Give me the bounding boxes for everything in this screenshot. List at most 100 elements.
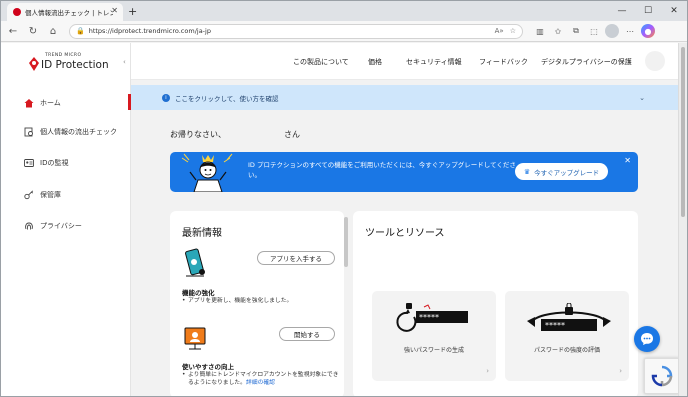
user-avatar[interactable] — [645, 51, 665, 71]
maximize-button[interactable]: ☐ — [635, 1, 661, 21]
chevron-right-icon: › — [486, 367, 489, 375]
sidebar-collapse-icon[interactable]: ‹ — [123, 58, 126, 66]
info-banner[interactable]: i ここをクリックして、使い方を確認 ⌄ — [131, 85, 680, 110]
refresh-icon[interactable]: ↻ — [25, 23, 41, 39]
read-aloud-icon[interactable]: A» — [495, 27, 504, 35]
logo-brand: TREND MICRO — [45, 53, 82, 58]
news-scrollbar[interactable] — [344, 211, 348, 396]
upgrade-now-button[interactable]: ♛ 今すぐアップグレード — [515, 163, 608, 180]
sidebar: TREND MICRO ID Protection ‹ ホーム 個人情報の流出チ… — [1, 43, 131, 396]
browser-window: 個人情報流出チェック | トレンドマイクロ ✕ + — ☐ ✕ ← ↻ ⌂ 🔒 … — [0, 0, 688, 397]
browser-toolbar-icons: ▥ ✩ ⧉ ⬚ ⋯ ● — [533, 24, 655, 38]
sidebar-item-privacy[interactable]: プライバシー — [23, 217, 82, 235]
page-scroll-thumb[interactable] — [681, 47, 685, 217]
nav-about[interactable]: この製品について — [293, 57, 349, 67]
favicon-icon — [13, 8, 21, 16]
close-icon[interactable]: ✕ — [624, 156, 631, 165]
phone-app-illustration — [185, 248, 205, 277]
trend-logo-icon — [29, 57, 39, 71]
upgrade-person-illustration — [181, 153, 233, 192]
news-title: 最新情報 — [182, 228, 222, 239]
sidebar-item-label: プライバシー — [40, 222, 82, 230]
news-card: 最新情報 アプリを入手する 機能の強化 アプリを更新し、機能を強化しました。 開… — [170, 211, 344, 396]
home-browser-icon[interactable]: ⌂ — [45, 23, 61, 39]
favorite-star-icon[interactable]: ☆ — [510, 27, 516, 35]
logo-product: ID Protection — [41, 59, 109, 71]
profile-avatar-icon[interactable] — [605, 24, 619, 38]
sidebar-item-label: IDの監視 — [40, 159, 69, 167]
nav-feedback[interactable]: フィードバック — [479, 57, 528, 67]
minimize-button[interactable]: — — [609, 1, 635, 21]
recaptcha-badge[interactable] — [644, 358, 680, 394]
password-strength-illustration: ***** — [527, 303, 611, 331]
tool-label-1: 強いパスワードの生成 — [403, 347, 464, 354]
window-controls: — ☐ ✕ — [609, 1, 687, 21]
greeting-prefix: お帰りなさい、 — [170, 130, 226, 139]
news-text-1: アプリを更新し、機能を強化しました。 — [182, 297, 340, 305]
upgrade-text: ID プロテクションのすべての機能をご利用いただくには、今すぐアップグレードして… — [248, 161, 516, 179]
nav-digital-privacy[interactable]: デジタルプライバシーの保護 — [541, 57, 632, 67]
chevron-down-icon[interactable]: ⌄ — [639, 94, 645, 102]
password-generator-tile[interactable]: ***** 強いパスワードの生成 › — [372, 291, 496, 381]
upgrade-button-label: 今すぐアップグレード — [534, 168, 600, 177]
close-window-button[interactable]: ✕ — [661, 1, 687, 21]
details-link[interactable]: 詳細の確認 — [246, 380, 275, 386]
news-heading-1: 機能の強化 — [182, 289, 215, 297]
nav-pricing[interactable]: 価格 — [368, 57, 382, 67]
sidebar-item-id-monitor[interactable]: IDの監視 — [23, 154, 68, 172]
id-card-icon — [23, 158, 34, 169]
sidebar-item-label: ホーム — [40, 99, 61, 107]
sidebar-item-label: 保管庫 — [40, 191, 61, 199]
browser-tab[interactable]: 個人情報流出チェック | トレンドマイクロ ✕ — [7, 3, 123, 21]
crown-icon: ♛ — [523, 167, 531, 176]
get-app-button[interactable]: アプリを入手する — [257, 251, 335, 265]
tools-title: ツールとリソース — [365, 228, 445, 239]
logo[interactable]: TREND MICRO ID Protection — [29, 53, 109, 77]
split-screen-icon[interactable]: ▥ — [533, 24, 547, 38]
password-strength-tile[interactable]: ***** パスワードの強度の評価 › — [505, 291, 629, 381]
tab-bar: 個人情報流出チェック | トレンドマイクロ ✕ + — ☐ ✕ — [1, 1, 687, 21]
fingerprint-icon — [23, 221, 34, 232]
url-text: https://idprotect.trendmicro.com/ja-jp — [88, 27, 211, 35]
svg-text:*****: ***** — [419, 313, 439, 322]
favorites-icon[interactable]: ✩ — [551, 24, 565, 38]
page-scrollbar[interactable] — [678, 43, 687, 396]
svg-text:*****: ***** — [545, 321, 565, 330]
back-icon[interactable]: ← — [5, 23, 21, 39]
news-heading-2: 使いやすさの向上 — [182, 363, 234, 371]
sidebar-item-vault[interactable]: 保管庫 — [23, 186, 61, 204]
nav-security-info[interactable]: セキュリティ情報 — [406, 57, 462, 67]
more-menu-icon[interactable]: ⋯ — [623, 24, 637, 38]
chat-support-button[interactable] — [634, 326, 660, 352]
copilot-icon[interactable]: ● — [641, 24, 655, 38]
chat-bubble-icon — [641, 333, 653, 345]
sidebar-item-leak-check[interactable]: 個人情報の流出チェック — [23, 123, 117, 141]
lock-icon: 🔒 — [76, 27, 85, 35]
new-tab-button[interactable]: + — [128, 5, 137, 18]
info-banner-text: ここをクリックして、使い方を確認 — [175, 94, 279, 103]
news-scroll-thumb[interactable] — [344, 217, 348, 267]
news-text-2: より簡単にトレンドマイクロアカウントを監視対象にできるようになりました。詳細の確… — [182, 371, 340, 387]
recaptcha-icon — [651, 365, 673, 387]
monitor-account-illustration — [184, 327, 206, 350]
leak-check-icon — [23, 127, 34, 138]
password-generator-illustration: ***** — [396, 303, 468, 332]
sidebar-item-label: 個人情報の流出チェック — [40, 128, 117, 136]
extensions-icon[interactable]: ⬚ — [587, 24, 601, 38]
key-icon — [23, 190, 34, 201]
collections-icon[interactable]: ⧉ — [569, 24, 583, 38]
page-content: TREND MICRO ID Protection ‹ ホーム 個人情報の流出チ… — [1, 43, 680, 396]
info-icon: i — [162, 93, 170, 102]
greeting: お帰りなさい、 さん — [170, 129, 300, 140]
address-actions: A» ☆ — [495, 27, 522, 35]
top-navigation: この製品について 価格 セキュリティ情報 フィードバック デジタルプライバシーの… — [131, 43, 680, 80]
url-field[interactable]: 🔒 https://idprotect.trendmicro.com/ja-jp… — [69, 23, 523, 39]
tab-title: 個人情報流出チェック | トレンドマイクロ — [25, 9, 113, 17]
start-button[interactable]: 開始する — [279, 327, 335, 341]
tool-label-2: パスワードの強度の評価 — [533, 347, 600, 354]
sidebar-item-home[interactable]: ホーム — [23, 94, 61, 112]
tab-close-icon[interactable]: ✕ — [111, 6, 118, 15]
tools-card: ツールとリソース ***** 強いパスワードの生成 › ***** パスワードの… — [353, 211, 638, 396]
greeting-suffix: さん — [284, 130, 300, 139]
upgrade-banner: ID プロテクションのすべての機能をご利用いただくには、今すぐアップグレードして… — [170, 152, 638, 192]
